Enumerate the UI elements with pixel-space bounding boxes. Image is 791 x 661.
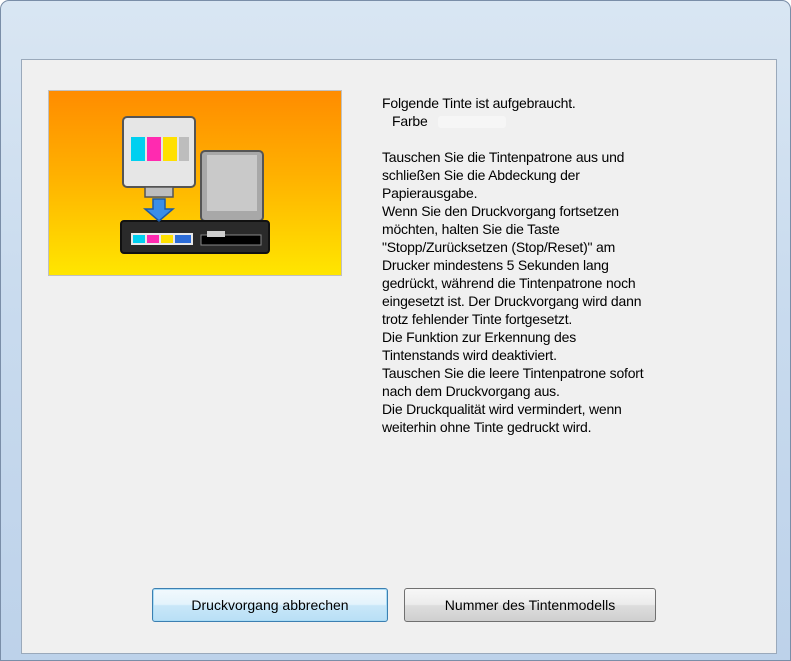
slot-yellow — [161, 235, 173, 243]
message-line: Drucker mindestens 5 Sekunden lang — [382, 257, 609, 273]
slot-magenta — [147, 235, 159, 243]
message-line: eingesetzt ist. Der Druckvorgang wird da… — [382, 293, 642, 309]
title-bar[interactable] — [1, 1, 790, 59]
cartridge-magenta — [147, 137, 161, 161]
cartridge-empty-slot — [179, 137, 189, 161]
message-line: Papierausgabe. — [382, 185, 478, 201]
arrow-down-icon — [142, 198, 176, 222]
slot-cyan — [133, 235, 145, 243]
message-line: Tauschen Sie die leere Tintenpatrone sof… — [382, 365, 644, 381]
message-line: trotz fehlender Tinte fortgesetzt. — [382, 311, 573, 327]
message-line: "Stopp/Zurücksetzen (Stop/Reset)" am — [382, 239, 616, 255]
message-text: Folgende Tinte ist aufgebraucht. Farbe T… — [382, 94, 762, 436]
message-line: nach dem Druckvorgang aus. — [382, 383, 560, 399]
printer-paper-unit-face — [207, 155, 257, 211]
cartridge-cyan — [131, 137, 145, 161]
ink-color-label: Farbe — [392, 113, 428, 129]
ink-model-number-button[interactable]: Nummer des Tintenmodells — [404, 588, 656, 622]
cartridge-yellow — [163, 137, 177, 161]
dialog-body: Folgende Tinte ist aufgebraucht. Farbe T… — [21, 59, 777, 654]
message-line: Die Funktion zur Erkennung des — [382, 329, 576, 345]
cartridge-nozzle — [144, 186, 174, 198]
dialog-window: Folgende Tinte ist aufgebraucht. Farbe T… — [0, 0, 791, 661]
message-line: möchten, halten Sie die Taste — [382, 221, 560, 237]
message-line: Tintenstands wird deaktiviert. — [382, 347, 557, 363]
printer-button — [207, 231, 225, 237]
cartridge-illustration — [120, 116, 270, 254]
message-line: Tauschen Sie die Tintenpatrone aus und — [382, 149, 625, 165]
message-header: Folgende Tinte ist aufgebraucht. — [382, 95, 576, 111]
ink-color-swatch — [437, 116, 506, 129]
ink-cartridge-replace-icon — [48, 90, 342, 276]
message-line: weiterhin ohne Tinte gedruckt wird. — [382, 419, 592, 435]
slot-blue — [175, 235, 191, 243]
message-line: gedrückt, während die Tintenpatrone noch — [382, 275, 636, 291]
cancel-printing-button[interactable]: Druckvorgang abbrechen — [152, 588, 388, 622]
ink-color-row: Farbe — [382, 112, 762, 130]
message-line: schließen Sie die Abdeckung der — [382, 167, 580, 183]
message-line: Die Druckqualität wird vermindert, wenn — [382, 401, 622, 417]
message-line: Wenn Sie den Druckvorgang fortsetzen — [382, 203, 619, 219]
